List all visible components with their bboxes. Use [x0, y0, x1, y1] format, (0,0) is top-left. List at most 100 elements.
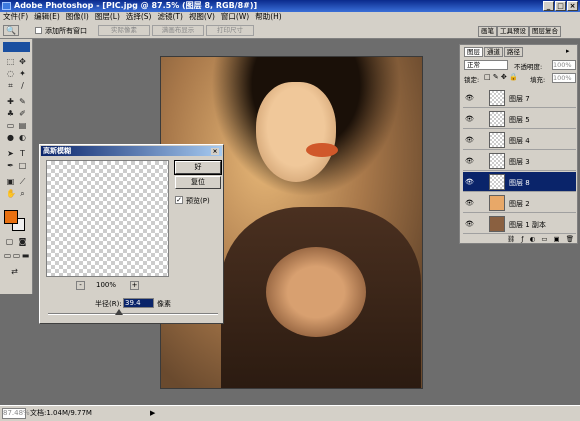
zoom-in-button[interactable]: +	[130, 281, 139, 290]
move-tool-icon[interactable]: ✥	[18, 57, 27, 66]
toolbox: ⬚ ✥ ◌ ✦ ⌗ ∕ ✚ ✎ ♣ ✐ ▭ ▤ ● ◐ ➤ T ✒ □ ▣ ⟋ …	[0, 39, 33, 294]
dialog-title-bar[interactable]: 高斯模糊 ×	[41, 146, 222, 156]
pen-tool-icon[interactable]: ✒	[6, 161, 15, 170]
opacity-input[interactable]: 100%	[552, 60, 576, 70]
radius-slider-track[interactable]	[48, 313, 218, 315]
shape-tool-icon[interactable]: □	[18, 161, 27, 170]
fill-input[interactable]: 100%	[552, 73, 576, 83]
fit-on-screen-button[interactable]: 满画布显示	[152, 25, 204, 36]
zoom-tool-preset-icon[interactable]: 🔍	[3, 25, 19, 36]
screen-mode-full-icon[interactable]: ▬	[21, 251, 30, 260]
blend-mode-select[interactable]: 正常	[464, 60, 508, 70]
eye-icon[interactable]: 👁	[465, 94, 474, 102]
photo-chest-region	[266, 247, 366, 337]
radius-slider-thumb[interactable]	[115, 309, 123, 315]
tab-paths[interactable]: 路径	[504, 47, 523, 57]
menu-file[interactable]: 文件(F)	[0, 12, 31, 22]
adobe-online-icon[interactable]	[3, 42, 30, 52]
layer-row[interactable]: 👁 图层 3	[463, 151, 576, 171]
menu-filter[interactable]: 滤镜(T)	[155, 12, 186, 22]
maximize-icon[interactable]: □	[555, 1, 566, 11]
layer-row[interactable]: 👁 图层 7	[463, 88, 576, 108]
layer-actions-bar[interactable]: ⛓ ƒ ◐ ▭ ▣ 🗑	[463, 235, 576, 243]
eye-icon[interactable]: 👁	[465, 220, 474, 228]
close-icon[interactable]: ×	[567, 1, 578, 11]
layer-thumbnail	[489, 216, 505, 232]
photo-face-region	[256, 82, 336, 182]
minimize-icon[interactable]: _	[543, 1, 554, 11]
tab-brushes[interactable]: 画笔	[478, 26, 497, 37]
menu-window[interactable]: 窗口(W)	[218, 12, 252, 22]
eye-icon[interactable]: 👁	[465, 115, 474, 123]
notes-tool-icon[interactable]: ▣	[6, 177, 15, 186]
zoom-level-field[interactable]: 87.48%	[2, 408, 30, 419]
type-tool-icon[interactable]: T	[18, 149, 27, 158]
radius-input[interactable]: 39.4	[123, 298, 154, 308]
eye-icon[interactable]: 👁	[465, 157, 474, 165]
menu-select[interactable]: 选择(S)	[123, 12, 155, 22]
layers-panel: 图层 通道 路径 ▸ 正常 不透明度: 100% 锁定: □ ✎ ✥ 🔒 填充:…	[459, 44, 578, 244]
eraser-tool-icon[interactable]: ▭	[6, 121, 15, 130]
blur-tool-icon[interactable]: ●	[6, 133, 15, 142]
eye-icon[interactable]: 👁	[465, 199, 474, 207]
layer-thumbnail	[489, 174, 505, 190]
crop-tool-icon[interactable]: ⌗	[6, 81, 15, 90]
menu-edit[interactable]: 编辑(E)	[31, 12, 63, 22]
standard-mode-icon[interactable]: ▢	[5, 237, 14, 246]
clone-stamp-icon[interactable]: ♣	[6, 109, 15, 118]
layer-name: 图层 3	[509, 158, 530, 166]
gaussian-blur-dialog: 高斯模糊 × - 100% + 好 复位 ✓ 预览(P) 半径(R): 39.4…	[39, 144, 224, 324]
path-select-icon[interactable]: ➤	[6, 149, 15, 158]
tab-channels[interactable]: 通道	[484, 47, 503, 57]
marquee-tool-icon[interactable]: ⬚	[6, 57, 15, 66]
print-size-button[interactable]: 打印尺寸	[206, 25, 254, 36]
magic-wand-tool-icon[interactable]: ✦	[18, 69, 27, 78]
zoom-tool-icon[interactable]: ⌕	[18, 189, 27, 198]
ok-button[interactable]: 好	[174, 160, 222, 175]
panel-menu-icon[interactable]: ▸	[566, 47, 570, 55]
layer-row[interactable]: 👁 图层 4	[463, 130, 576, 150]
menu-help[interactable]: 帮助(H)	[252, 12, 285, 22]
lasso-tool-icon[interactable]: ◌	[6, 69, 15, 78]
quick-mask-mode-icon[interactable]: ◙	[18, 237, 27, 246]
eyedropper-tool-icon[interactable]: ⟋	[18, 177, 27, 186]
reset-button[interactable]: 复位	[175, 176, 221, 189]
history-brush-icon[interactable]: ✐	[18, 109, 27, 118]
layer-name: 图层 1 副本	[509, 221, 546, 229]
layer-name: 图层 2	[509, 200, 530, 208]
status-bar: 87.48% 文档:1.04M/9.77M ▶	[0, 405, 580, 421]
menu-image[interactable]: 图像(I)	[63, 12, 92, 22]
photo-lips-region	[306, 143, 338, 157]
hand-tool-icon[interactable]: ✋	[6, 189, 16, 198]
layer-row[interactable]: 👁 图层 5	[463, 109, 576, 129]
foreground-color-swatch[interactable]	[4, 210, 18, 224]
layer-row[interactable]: 👁 图层 2	[463, 193, 576, 213]
preview-checkbox[interactable]: ✓	[175, 196, 183, 204]
menu-view[interactable]: 视图(V)	[186, 12, 218, 22]
menu-layer[interactable]: 图层(L)	[92, 12, 123, 22]
brush-tool-icon[interactable]: ✎	[18, 97, 27, 106]
lock-icons[interactable]: □ ✎ ✥ 🔒	[484, 73, 518, 81]
tab-layer-comps[interactable]: 图层复合	[529, 26, 561, 37]
eye-icon[interactable]: 👁	[465, 178, 474, 186]
slice-tool-icon[interactable]: ∕	[18, 81, 27, 90]
healing-brush-icon[interactable]: ✚	[6, 97, 15, 106]
gradient-tool-icon[interactable]: ▤	[18, 121, 27, 130]
layer-row-selected[interactable]: 👁 图层 8	[463, 172, 576, 192]
tab-layers[interactable]: 图层	[464, 47, 483, 57]
status-menu-arrow-icon[interactable]: ▶	[150, 406, 155, 420]
screen-mode-standard-icon[interactable]: ▭	[3, 251, 12, 260]
eye-icon[interactable]: 👁	[465, 136, 474, 144]
layer-row[interactable]: 👁 图层 1 副本	[463, 214, 576, 234]
jump-to-imageready-icon[interactable]: ⇄	[10, 267, 19, 276]
screen-mode-full-menu-icon[interactable]: ▭	[12, 251, 21, 260]
opacity-label: 不透明度:	[514, 63, 543, 71]
dodge-tool-icon[interactable]: ◐	[18, 133, 27, 142]
add-all-windows-checkbox[interactable]	[35, 27, 42, 34]
actual-pixels-button[interactable]: 实际像素	[98, 25, 150, 36]
menu-bar: 文件(F) 编辑(E) 图像(I) 图层(L) 选择(S) 滤镜(T) 视图(V) 窗口(W)…	[0, 12, 580, 22]
tab-tool-presets[interactable]: 工具预设	[497, 26, 529, 37]
dialog-close-icon[interactable]: ×	[211, 148, 219, 155]
zoom-out-button[interactable]: -	[76, 281, 85, 290]
blur-preview-area[interactable]	[46, 160, 169, 277]
